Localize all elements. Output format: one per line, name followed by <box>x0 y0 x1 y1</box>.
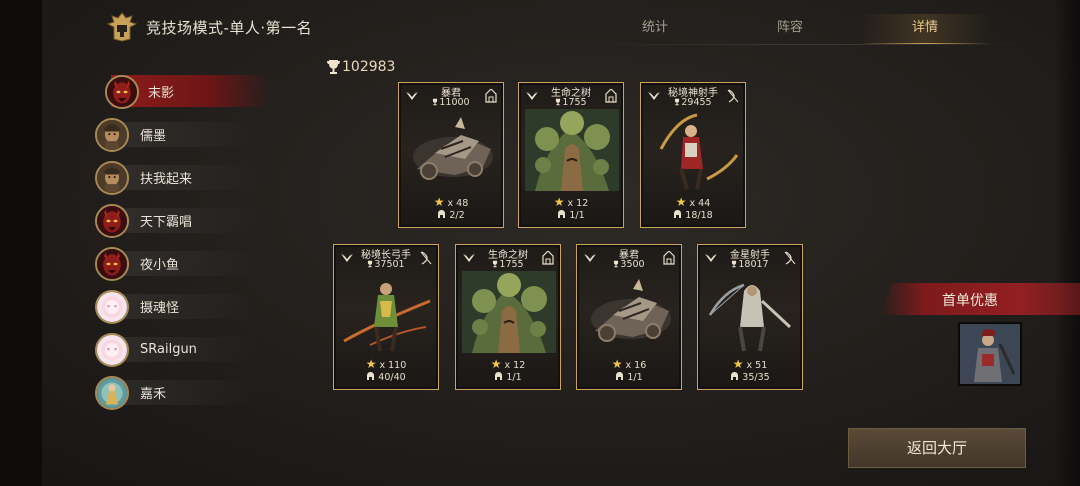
unit-count: 2/2 <box>449 210 465 221</box>
helmet-icon <box>616 372 624 380</box>
helmet-icon <box>674 210 682 218</box>
avatar <box>95 289 129 324</box>
trophy-icon <box>493 260 498 268</box>
star-icon: ★ <box>611 357 623 371</box>
player-item[interactable]: 嘉禾 <box>95 371 295 414</box>
player-name: 嘉禾 <box>140 387 167 402</box>
star-icon: ★ <box>365 357 377 371</box>
unit-count: 1/1 <box>569 210 585 221</box>
unit-power: 11000 <box>439 97 470 108</box>
unit-card[interactable]: 金星射手 18017 ★ x 51 35/35 <box>697 244 803 390</box>
star-icon: ★ <box>732 357 744 371</box>
avatar <box>105 74 139 109</box>
golden-star-archer-art <box>708 283 792 352</box>
unit-count: 1/1 <box>627 372 643 383</box>
unit-count: 18/18 <box>685 210 713 221</box>
unit-card[interactable]: 暴君 11000 ★ x 48 2/2 <box>398 82 504 228</box>
unit-stars: x 12 <box>504 360 526 371</box>
player-item[interactable]: SRailgun <box>95 328 295 371</box>
star-icon: ★ <box>675 195 687 209</box>
tree-of-life-art <box>525 109 619 191</box>
tree-of-life-art <box>462 271 556 353</box>
trophy-icon <box>327 60 340 74</box>
helmet-icon <box>367 372 375 380</box>
player-name: 扶我起来 <box>140 172 193 187</box>
unit-power: 1755 <box>562 97 587 108</box>
unit-card[interactable]: 暴君 3500 ★ x 16 1/1 <box>576 244 682 390</box>
trophy-icon <box>368 260 373 268</box>
player-name: 末影 <box>148 86 175 101</box>
back-to-lobby-button[interactable]: 返回大厅 <box>848 428 1026 468</box>
avatar <box>95 375 129 410</box>
unit-power: 3500 <box>620 259 645 270</box>
star-icon: ★ <box>553 195 565 209</box>
tab-bar: 统计 阵容 详情 <box>590 14 1050 44</box>
player-item[interactable]: 末影 <box>95 70 295 113</box>
unit-card[interactable]: 生命之树 1755 ★ x 12 1/1 <box>518 82 624 228</box>
unit-stars: x 51 <box>746 360 768 371</box>
mystic-marksman-art <box>659 113 739 190</box>
helmet-icon <box>558 210 566 218</box>
player-name: SRailgun <box>140 342 197 357</box>
avatar <box>95 246 129 281</box>
helmet-icon <box>731 372 739 380</box>
left-bezel <box>0 0 42 486</box>
tab-divider <box>590 44 1050 45</box>
player-list: 末影 儒墨 扶我起来 天下霸唱 夜小鱼 摄魂怪 SRailgun 嘉禾 <box>95 70 295 414</box>
unit-card[interactable]: 生命之树 1755 ★ x 12 1/1 <box>455 244 561 390</box>
unit-stars: x 12 <box>567 198 589 209</box>
tab-lineup[interactable]: 阵容 <box>725 14 855 44</box>
player-name: 夜小鱼 <box>140 258 180 273</box>
unit-stars: x 48 <box>447 198 469 209</box>
tab-details[interactable]: 详情 <box>860 14 990 44</box>
promo-label[interactable]: 首单优惠 <box>942 290 998 310</box>
siege-engine-art <box>413 117 493 180</box>
helmet-icon <box>106 12 138 42</box>
helmet-icon <box>438 210 446 218</box>
unit-power: 1755 <box>499 259 524 270</box>
trophy-icon <box>614 260 619 268</box>
siege-engine-art <box>591 279 671 342</box>
title-bar: 竞技场模式-单人·第一名 <box>106 12 312 42</box>
avatar <box>95 332 129 367</box>
player-name: 摄魂怪 <box>140 301 180 316</box>
player-item[interactable]: 夜小鱼 <box>95 242 295 285</box>
unit-count: 40/40 <box>378 372 406 383</box>
unit-power: 29455 <box>681 97 712 108</box>
mystic-longbowman-art <box>343 283 431 352</box>
player-item[interactable]: 天下霸唱 <box>95 199 295 242</box>
avatar <box>95 117 129 152</box>
trophy-icon <box>556 98 561 106</box>
total-power: 102983 <box>327 57 395 77</box>
player-item[interactable]: 儒墨 <box>95 113 295 156</box>
player-item[interactable]: 摄魂怪 <box>95 285 295 328</box>
trophy-icon <box>732 260 737 268</box>
promo-hero-thumbnail[interactable] <box>958 322 1022 386</box>
unit-card[interactable]: 秘境长弓手 37501 ★ x 110 40/40 <box>333 244 439 390</box>
tab-statistics[interactable]: 统计 <box>590 14 720 44</box>
unit-card[interactable]: 秘境神射手 29455 ★ x 44 18/18 <box>640 82 746 228</box>
total-power-value: 102983 <box>342 59 396 75</box>
player-name: 天下霸唱 <box>140 215 193 230</box>
unit-count: 35/35 <box>742 372 770 383</box>
unit-count: 1/1 <box>506 372 522 383</box>
star-icon: ★ <box>490 357 502 371</box>
avatar <box>95 203 129 238</box>
trophy-icon <box>433 98 438 106</box>
page-title: 竞技场模式-单人·第一名 <box>146 18 313 37</box>
avatar <box>95 160 129 195</box>
unit-stars: x 110 <box>379 360 407 371</box>
player-name: 儒墨 <box>140 129 167 144</box>
screen: 竞技场模式-单人·第一名 统计 阵容 详情 末影 儒墨 扶我起来 天下霸唱 夜小… <box>0 0 1080 486</box>
unit-stars: x 44 <box>689 198 711 209</box>
helmet-icon <box>495 372 503 380</box>
player-item[interactable]: 扶我起来 <box>95 156 295 199</box>
unit-power: 18017 <box>738 259 769 270</box>
trophy-icon <box>675 98 680 106</box>
right-bezel <box>1054 0 1080 486</box>
star-icon: ★ <box>433 195 445 209</box>
unit-power: 37501 <box>374 259 405 270</box>
unit-stars: x 16 <box>625 360 647 371</box>
